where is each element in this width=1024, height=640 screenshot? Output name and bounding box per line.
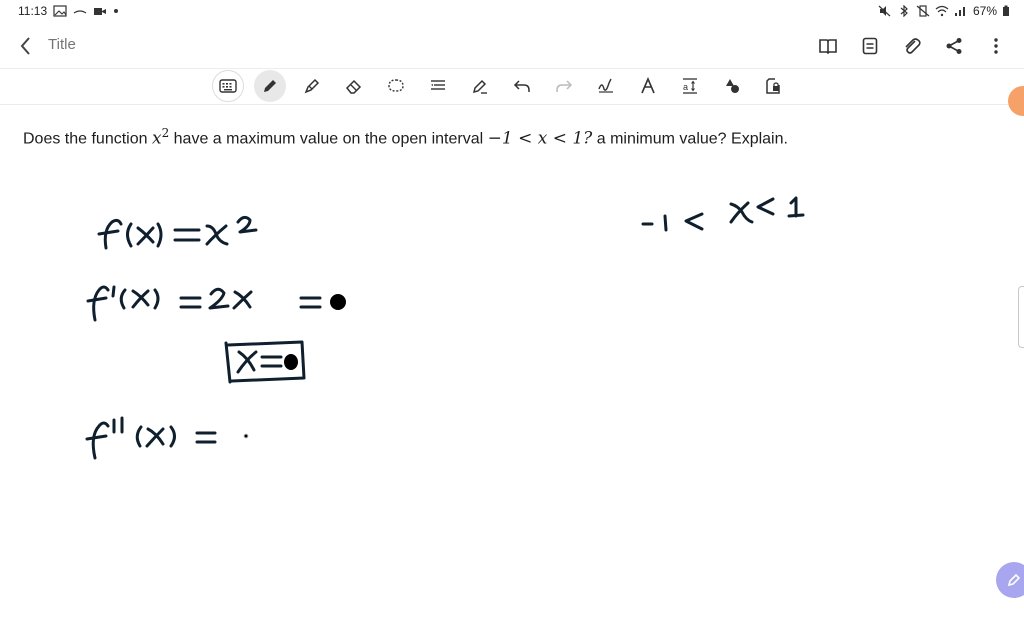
side-panel-handle[interactable]: [1018, 286, 1024, 348]
mute-icon: [878, 5, 891, 17]
shapes-icon: [726, 79, 739, 93]
pen-settings-tool[interactable]: [464, 70, 496, 102]
share-button[interactable]: [940, 34, 968, 58]
handwriting-line-fx: [97, 215, 258, 250]
text-format-icon: [431, 80, 445, 90]
page-handle[interactable]: [1008, 86, 1024, 116]
app-bar-divider: [0, 68, 1024, 69]
status-right: 67%: [878, 4, 1010, 18]
question-suffix: a minimum value? Explain.: [592, 130, 788, 148]
image-lock-icon: [766, 78, 780, 94]
app-actions: [814, 34, 1010, 58]
document-button[interactable]: [856, 34, 884, 58]
handwriting-line-fsecond: [85, 416, 217, 460]
more-icon: [994, 38, 998, 54]
lasso-icon: [388, 79, 404, 92]
signal-icon: [954, 7, 965, 16]
attach-button[interactable]: [898, 34, 926, 58]
question-interval: −1 < x < 1?: [487, 128, 593, 149]
image-icon: [53, 5, 67, 17]
image-tool[interactable]: [758, 70, 790, 102]
book-button[interactable]: [814, 34, 842, 58]
dot-icon: [114, 9, 119, 13]
voicemail-icon: [73, 10, 87, 14]
attach-icon: [905, 38, 921, 54]
undo-tool[interactable]: [506, 70, 538, 102]
question-text: Does the function x2 have a maximum valu…: [23, 126, 788, 148]
cursor-dot: [243, 433, 249, 439]
drawing-toolbar: a: [212, 70, 790, 102]
status-time: 11:13: [18, 4, 48, 18]
question-variable: x: [151, 128, 162, 149]
book-icon: [819, 39, 837, 54]
eraser-icon: [345, 79, 362, 94]
handwriting-line-fprime: [86, 285, 346, 322]
status-bar: 11:13 67%: [0, 0, 1024, 22]
battery-percent: 67%: [972, 4, 997, 18]
text-resize-tool[interactable]: a: [674, 70, 706, 102]
handwriting-tool[interactable]: [590, 70, 622, 102]
handwriting-boxed-solution: [224, 340, 306, 384]
text-icon: [641, 77, 655, 94]
chevron-left-icon: [20, 37, 30, 55]
keyboard-tool[interactable]: [212, 70, 244, 102]
redo-tool[interactable]: [548, 70, 580, 102]
video-icon: [94, 8, 107, 15]
text-format-tool[interactable]: [422, 70, 454, 102]
redo-icon: [556, 80, 573, 92]
undo-icon: [513, 80, 530, 92]
document-icon: [862, 37, 878, 55]
keyboard-icon: [219, 79, 237, 93]
question-prefix: Does the function: [23, 130, 152, 148]
floating-pen-button[interactable]: [996, 562, 1024, 598]
status-left: 11:13: [18, 4, 119, 18]
lasso-tool[interactable]: [380, 70, 412, 102]
more-button[interactable]: [982, 34, 1010, 58]
battery-icon: [1003, 5, 1009, 16]
text-resize-icon: a: [683, 78, 697, 94]
title-input[interactable]: [48, 36, 248, 53]
toolbar-divider: [0, 104, 1024, 105]
share-icon: [946, 38, 962, 54]
text-tool[interactable]: [632, 70, 664, 102]
back-button[interactable]: [14, 34, 38, 58]
app-bar: [0, 26, 1024, 64]
highlighter-tool[interactable]: [296, 70, 328, 102]
pen-tool[interactable]: [254, 70, 286, 102]
highlighter-icon: [304, 78, 320, 94]
pen-icon: [1007, 573, 1021, 587]
vibrate-icon: [916, 5, 930, 17]
handwriting-line-interval: [641, 196, 805, 232]
pen-settings-icon: [472, 79, 487, 94]
bluetooth-icon: [900, 5, 908, 17]
pen-icon: [264, 80, 276, 92]
wifi-icon: [935, 5, 949, 17]
shapes-tool[interactable]: [716, 70, 748, 102]
svg-text:a: a: [683, 82, 688, 92]
eraser-tool[interactable]: [338, 70, 370, 102]
question-middle: have a maximum value on the open interva…: [169, 130, 488, 148]
handwriting-icon: [598, 78, 613, 93]
